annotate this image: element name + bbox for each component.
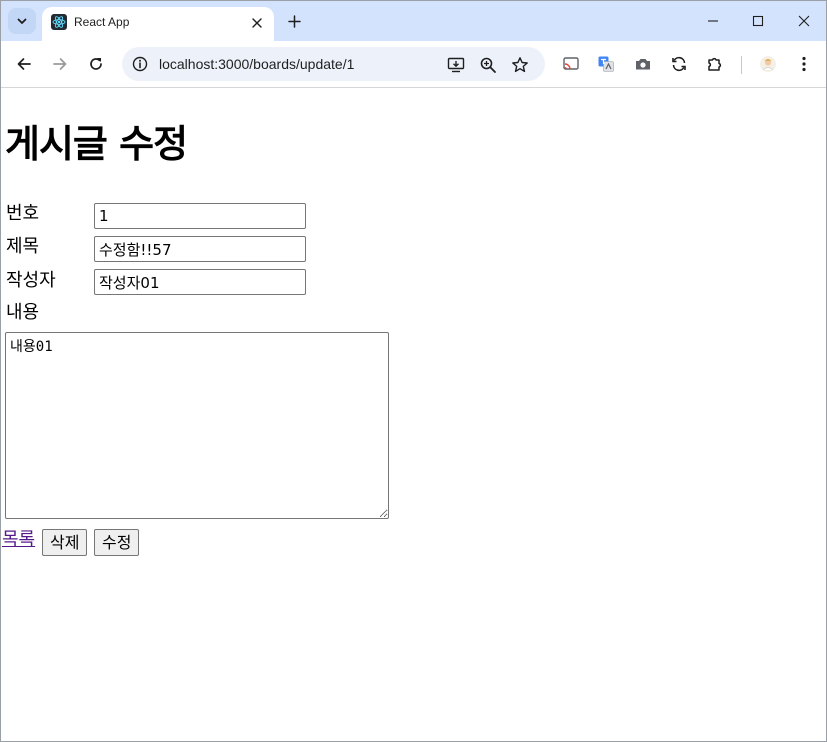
update-button[interactable]: 수정 [94,529,140,556]
install-app-button[interactable] [446,55,466,75]
back-button[interactable] [13,53,35,75]
profile-button[interactable] [758,54,778,74]
translate-icon [597,55,615,73]
extension-sync-button[interactable] [669,54,689,74]
extension-1-button[interactable] [561,54,581,74]
minimize-icon [707,15,719,27]
browser-tab-active[interactable]: React App [42,7,274,41]
new-tab-button[interactable] [284,11,304,31]
number-label: 번호 [6,203,40,224]
address-bar[interactable]: localhost:3000/boards/update/1 [122,47,545,81]
author-label: 작성자 [6,270,56,291]
delete-button[interactable]: 삭제 [42,529,88,556]
kebab-menu-icon [795,55,813,73]
forward-button[interactable] [49,53,71,75]
star-icon [511,56,529,74]
number-input[interactable] [94,203,306,229]
zoom-button[interactable] [478,55,498,75]
site-info-button[interactable] [131,55,149,73]
info-icon [132,56,148,72]
toolbar-divider [741,56,742,74]
camera-icon [634,55,652,73]
close-icon [798,15,810,27]
chevron-down-icon [16,15,28,27]
list-link[interactable]: 목록 [2,529,35,551]
page-title: 게시글 수정 [5,122,188,166]
arrow-right-icon [52,56,68,72]
bookmark-button[interactable] [510,55,530,75]
browser-menu-button[interactable] [794,54,814,74]
reload-icon [88,56,104,72]
tab-close-button[interactable] [248,14,266,32]
subject-input[interactable] [94,236,306,262]
content-textarea[interactable]: 내용01 [5,332,389,519]
maximize-button[interactable] [744,9,772,33]
minimize-button[interactable] [699,9,727,33]
tab-search-button[interactable] [8,8,36,34]
zoom-icon [479,56,497,74]
cast-icon [562,55,580,73]
sync-icon [670,55,688,73]
browser-toolbar: localhost:3000/boards/update/1 [1,41,826,88]
install-icon [447,56,465,74]
arrow-left-icon [16,56,32,72]
extension-camera-button[interactable] [633,54,653,74]
tab-title: React App [74,15,130,29]
url-text[interactable]: localhost:3000/boards/update/1 [159,56,354,72]
browser-tabstrip: React App [1,1,826,41]
close-icon [252,18,262,28]
close-window-button[interactable] [790,9,818,33]
puzzle-icon [706,55,724,73]
plus-icon [287,14,301,28]
extensions-button[interactable] [705,54,725,74]
extension-translate-button[interactable] [596,54,616,74]
maximize-icon [752,15,764,27]
avatar [759,55,777,73]
page-content: 게시글 수정 번호 제목 작성자 내용 내용01 목록 삭제 수정 [1,88,826,741]
author-input[interactable] [94,269,306,295]
subject-label: 제목 [6,236,40,257]
reload-button[interactable] [85,53,107,75]
react-icon [51,14,67,30]
content-label: 내용 [6,302,40,323]
